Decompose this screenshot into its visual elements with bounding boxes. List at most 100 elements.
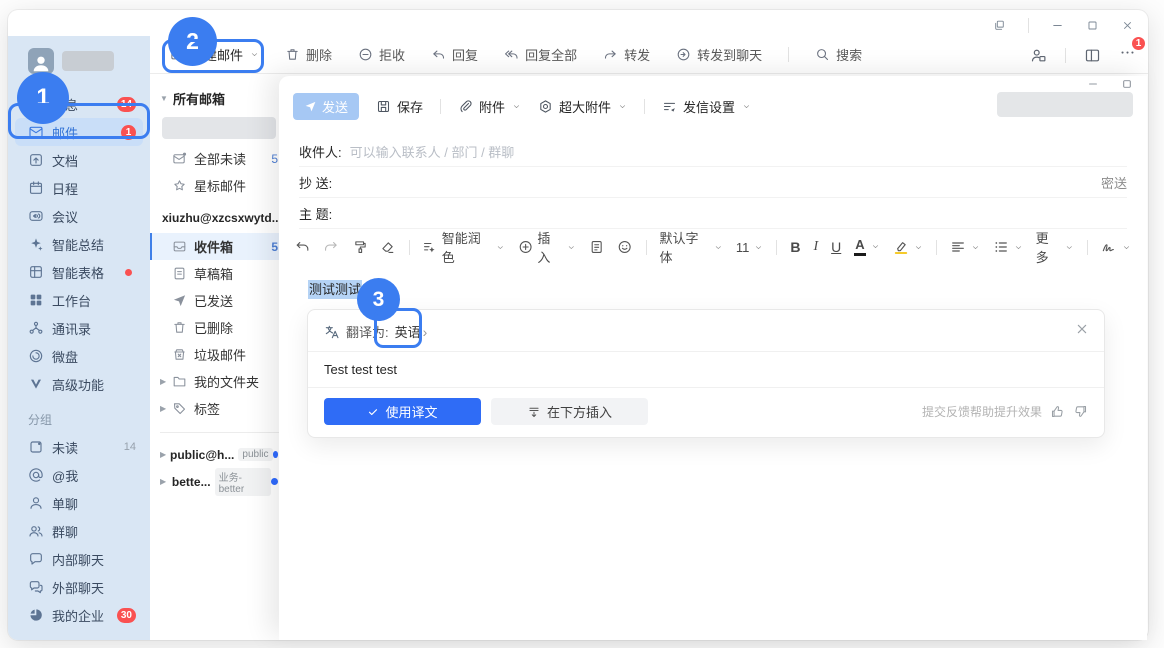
- undo-icon[interactable]: [295, 239, 310, 255]
- use-translation-button[interactable]: 使用译文: [324, 398, 481, 425]
- italic-button[interactable]: I: [813, 239, 818, 255]
- underline-button[interactable]: U: [831, 239, 841, 255]
- divider: [776, 240, 777, 255]
- minimize-icon[interactable]: [1087, 78, 1099, 90]
- align-button[interactable]: [950, 239, 980, 255]
- all-mailboxes[interactable]: ▼ 所有邮箱: [150, 74, 290, 108]
- subject-label: 主 题:: [299, 204, 332, 223]
- folder-item[interactable]: ▶ 垃圾邮件: [150, 341, 290, 368]
- maximize-icon[interactable]: [1086, 19, 1099, 32]
- sidebar-group-item[interactable]: 单聊: [15, 489, 143, 517]
- folder-item[interactable]: ▶ 我的文件夹: [150, 368, 290, 395]
- sidebar-item[interactable]: 工作台: [15, 286, 143, 314]
- subject-field[interactable]: 主 题:: [299, 198, 1127, 229]
- more-format-button[interactable]: 更多: [1036, 228, 1074, 266]
- shared-mailbox-label: bette...: [172, 475, 211, 489]
- large-attachment-button[interactable]: 超大附件: [538, 97, 627, 116]
- sidebar-item[interactable]: 微盘: [15, 342, 143, 370]
- toolbar-action[interactable]: 转发到聊天: [676, 45, 762, 64]
- recipient-field[interactable]: 收件人: 可以输入联系人 / 部门 / 群聊: [299, 136, 1127, 167]
- font-color-button[interactable]: A: [854, 238, 879, 256]
- sidebar-group-item[interactable]: @我: [15, 461, 143, 489]
- sidebar-item[interactable]: 智能总结: [15, 230, 143, 258]
- bcc-link[interactable]: 密送: [1101, 173, 1127, 192]
- send-settings-button[interactable]: 发信设置: [662, 97, 751, 116]
- smart-polish-button[interactable]: 智能润色: [422, 228, 505, 266]
- sidebar-item[interactable]: 会议: [15, 202, 143, 230]
- insert-below-button[interactable]: 在下方插入: [491, 398, 648, 425]
- selected-body-text[interactable]: 测试测试: [308, 280, 362, 299]
- template-icon[interactable]: [589, 239, 604, 255]
- sidebar-group-item[interactable]: 我的企业 30: [15, 601, 143, 629]
- folder-item[interactable]: ▶ 星标邮件: [150, 172, 290, 199]
- folder-item[interactable]: ▶ 草稿箱: [150, 260, 290, 287]
- shared-mailbox-item[interactable]: ▶ public@h... public: [150, 441, 290, 468]
- list-button[interactable]: [993, 239, 1023, 255]
- paperclip-icon: [458, 99, 473, 114]
- close-icon[interactable]: [1074, 321, 1090, 337]
- attachment-button[interactable]: 附件: [458, 97, 521, 116]
- folder-item[interactable]: ▶ 标签: [150, 395, 290, 422]
- avatar[interactable]: [28, 48, 54, 74]
- translate-popup-footer: 使用译文 在下方插入 提交反馈帮助提升效果: [324, 398, 1088, 425]
- highlight-button[interactable]: [893, 239, 923, 255]
- close-icon[interactable]: [1121, 19, 1134, 32]
- sidebar-item[interactable]: 日程: [15, 174, 143, 202]
- mail-body[interactable]: 测试测试 翻译为: 英语 › Test test test: [279, 265, 1147, 438]
- toolbar-action[interactable]: 转发: [603, 45, 650, 64]
- contact-card-icon[interactable]: [1030, 47, 1047, 64]
- folder-item[interactable]: ▶ 已删除: [150, 314, 290, 341]
- feedback-label: 提交反馈帮助提升效果: [922, 403, 1042, 420]
- send-button[interactable]: 发送: [293, 93, 359, 120]
- signature-button[interactable]: [1101, 239, 1131, 255]
- sidebar-group-item[interactable]: 未读 14: [15, 433, 143, 461]
- shared-mailbox-item[interactable]: ▶ bette... 业务-better: [150, 468, 290, 495]
- sidebar-item[interactable]: 智能表格: [15, 258, 143, 286]
- sidebar-item-label: 内部聊天: [52, 550, 104, 569]
- more-menu[interactable]: 1: [1119, 44, 1136, 66]
- font-size-select[interactable]: 11: [736, 240, 764, 255]
- cc-field[interactable]: 抄 送: 密送: [299, 167, 1127, 198]
- minimize-icon[interactable]: [1051, 19, 1064, 32]
- maximize-icon[interactable]: [1121, 78, 1133, 90]
- sidebar-group-item[interactable]: 外部聊天: [15, 573, 143, 601]
- thumb-up-icon[interactable]: [1050, 404, 1065, 419]
- mailbox-tag-chip: public: [238, 448, 272, 461]
- folder-item[interactable]: ▶ 全部未读 5: [150, 145, 290, 172]
- compose-fields: 收件人: 可以输入联系人 / 部门 / 群聊 抄 送: 密送 主 题:: [279, 136, 1147, 229]
- search-button[interactable]: 搜索: [815, 45, 862, 64]
- clear-format-icon[interactable]: [380, 239, 395, 255]
- bold-button[interactable]: B: [790, 239, 800, 255]
- sidebar-item[interactable]: 高级功能: [15, 370, 143, 398]
- font-family-select[interactable]: 默认字体: [659, 228, 722, 266]
- insert-below-icon: [527, 405, 541, 419]
- redo-icon[interactable]: [323, 239, 338, 255]
- save-button[interactable]: 保存: [376, 97, 423, 116]
- format-painter-icon[interactable]: [352, 239, 367, 255]
- thumb-down-icon[interactable]: [1073, 404, 1088, 419]
- toolbar-action[interactable]: 拒收: [358, 45, 405, 64]
- sidebar-item[interactable]: 文档: [15, 146, 143, 174]
- divider: [440, 99, 441, 114]
- restore-icon[interactable]: [993, 19, 1006, 32]
- save-icon: [376, 99, 391, 114]
- unread-mail-icon: [172, 151, 187, 166]
- folder-item[interactable]: ▶ 收件箱 5: [150, 233, 290, 260]
- chevron-down-icon: [742, 102, 751, 111]
- sidebar-group-item[interactable]: 内部聊天: [15, 545, 143, 573]
- insert-button[interactable]: 插入: [518, 228, 576, 266]
- emoji-icon[interactable]: [617, 239, 632, 255]
- sidebar-group-item[interactable]: 群聊: [15, 517, 143, 545]
- profile[interactable]: [28, 48, 150, 74]
- sidebar-item[interactable]: 通讯录: [15, 314, 143, 342]
- badge: [125, 269, 132, 276]
- chevron-down-icon: [871, 242, 880, 251]
- translate-popup-header: 翻译为: 英语 ›: [324, 322, 1088, 341]
- toolbar-action[interactable]: 回复全部: [504, 45, 577, 64]
- toolbar-action[interactable]: 删除: [285, 45, 332, 64]
- account-address[interactable]: xiuzhu@xzcsxwytd...: [150, 199, 290, 227]
- toolbar-action[interactable]: 回复: [431, 45, 478, 64]
- layout-panel-icon[interactable]: [1084, 47, 1101, 64]
- mail-actions: 删除 拒收 回复 回复全部 转发: [285, 45, 762, 64]
- folder-item[interactable]: ▶ 已发送: [150, 287, 290, 314]
